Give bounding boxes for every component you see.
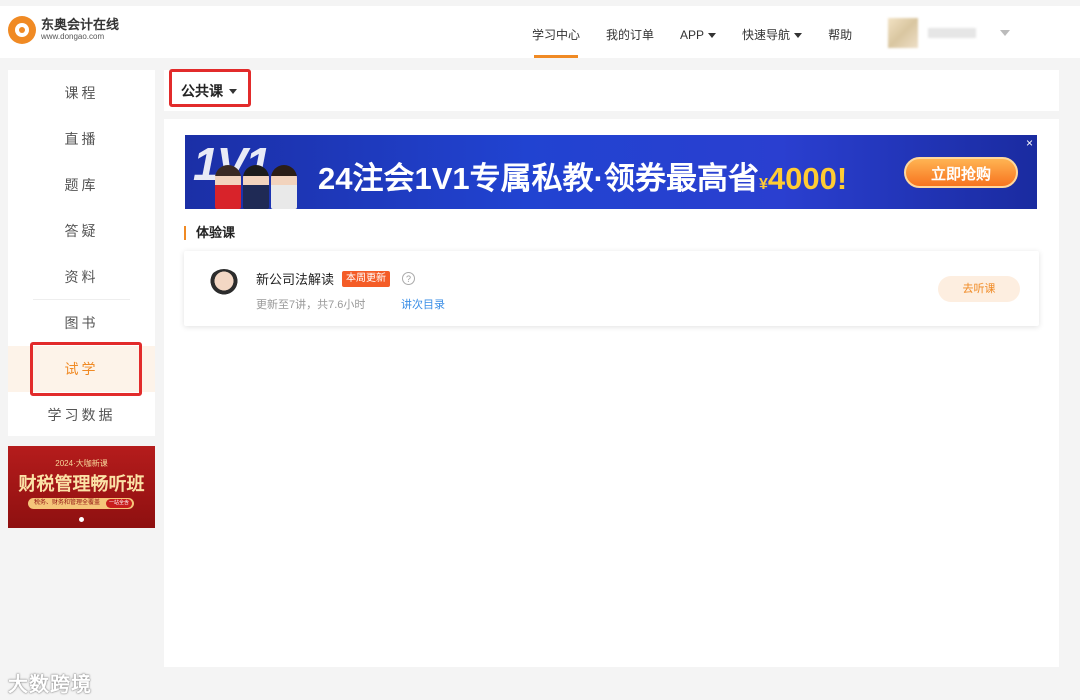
- highlight-box-trial: [30, 342, 142, 396]
- sidebar-item-qa[interactable]: 答疑: [8, 208, 155, 254]
- sidebar-item-courses[interactable]: 课程: [8, 70, 155, 116]
- close-icon[interactable]: ×: [1026, 136, 1033, 150]
- teacher-photo: [271, 165, 297, 209]
- main-panel: 1V1 24注会1V1专属私教·领券最高省¥4000! 立即抢购 × 体验课 新…: [164, 119, 1059, 667]
- teacher-avatar: [206, 269, 242, 309]
- category-bar: 公共课: [164, 70, 1059, 111]
- top-header: 东奥会计在线 www.dongao.com 学习中心 我的订单 APP 快速导航…: [0, 6, 1080, 58]
- sidebar-item-question-bank[interactable]: 题库: [8, 162, 155, 208]
- carousel-dot[interactable]: [79, 517, 84, 522]
- course-title[interactable]: 新公司法解读: [256, 269, 334, 288]
- course-card: 新公司法解读 本周更新 ? 更新至7讲，共7.6小时 讲次目录 去听课: [184, 251, 1039, 326]
- logo-title: 东奥会计在线: [41, 17, 120, 32]
- buy-now-button[interactable]: 立即抢购: [904, 157, 1018, 188]
- highlight-box-category: [169, 69, 251, 107]
- watermark: 大数跨境: [8, 674, 92, 696]
- section-title: 体验课: [184, 225, 235, 241]
- promo-banner-side[interactable]: 2024·大咖新课 财税管理畅听班 税务、财务和管理全覆盖 一站全含: [8, 446, 155, 528]
- sidebar-item-materials[interactable]: 资料: [8, 254, 155, 300]
- banner-headline: 24注会1V1专属私教·领券最高省¥4000!: [318, 161, 848, 196]
- nav-my-orders[interactable]: 我的订单: [606, 6, 654, 58]
- sidebar-item-live[interactable]: 直播: [8, 116, 155, 162]
- promo-strip: 税务、财务和管理全覆盖 一站全含: [28, 498, 134, 509]
- listen-button[interactable]: 去听课: [938, 276, 1020, 302]
- user-menu[interactable]: [888, 18, 1010, 48]
- nav-help[interactable]: 帮助: [828, 6, 852, 58]
- lecture-list-link[interactable]: 讲次目录: [401, 296, 445, 312]
- nav-study-center[interactable]: 学习中心: [532, 6, 580, 58]
- update-badge: 本周更新: [342, 270, 391, 287]
- caret-down-icon: [1000, 30, 1010, 36]
- main-nav: 学习中心 我的订单 APP 快速导航 帮助: [532, 6, 878, 58]
- user-avatar: [888, 18, 918, 48]
- promo-title: 财税管理畅听班: [18, 474, 145, 495]
- course-meta: 更新至7讲，共7.6小时: [256, 299, 366, 311]
- promo-tag: 一站全含: [105, 499, 132, 508]
- sidebar-item-books[interactable]: 图书: [8, 300, 155, 346]
- nav-quick-navigation[interactable]: 快速导航: [742, 6, 803, 58]
- site-logo[interactable]: 东奥会计在线 www.dongao.com: [8, 16, 119, 44]
- promo-subtitle: 2024·大咖新课: [55, 459, 108, 468]
- sidebar-item-study-data[interactable]: 学习数据: [8, 392, 155, 438]
- teacher-photo: [243, 165, 269, 209]
- caret-down-icon: [708, 33, 717, 38]
- logo-icon: [8, 16, 36, 44]
- caret-down-icon: [794, 33, 803, 38]
- logo-url: www.dongao.com: [41, 32, 105, 41]
- teacher-photo: [215, 165, 241, 209]
- promo-banner[interactable]: 1V1 24注会1V1专属私教·领券最高省¥4000! 立即抢购 ×: [185, 135, 1037, 209]
- nav-app[interactable]: APP: [680, 6, 717, 58]
- banner-teachers-image: [215, 165, 299, 209]
- user-name-blurred: [928, 28, 976, 38]
- help-icon[interactable]: ?: [402, 272, 416, 285]
